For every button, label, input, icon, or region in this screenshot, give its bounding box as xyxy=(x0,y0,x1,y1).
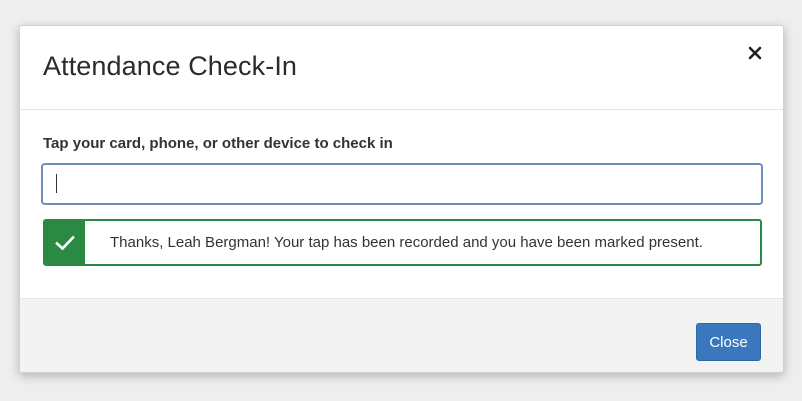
tap-input-label: Tap your card, phone, or other device to… xyxy=(43,135,393,152)
modal-title: Attendance Check-In xyxy=(43,51,298,81)
close-dialog-button[interactable] xyxy=(745,40,765,64)
success-alert: Thanks, Leah Bergman! Your tap has been … xyxy=(43,219,762,266)
text-caret xyxy=(56,174,57,193)
attendance-checkin-dialog: Attendance Check-In Tap your card, phone… xyxy=(19,25,784,373)
tap-input[interactable] xyxy=(41,163,763,205)
checkmark-icon xyxy=(55,235,75,250)
alert-message: Thanks, Leah Bergman! Your tap has been … xyxy=(110,234,703,251)
modal-footer: Close xyxy=(20,298,783,372)
close-icon xyxy=(748,46,762,60)
modal-header: Attendance Check-In xyxy=(20,26,783,110)
close-button[interactable]: Close xyxy=(696,323,761,361)
modal-body: Tap your card, phone, or other device to… xyxy=(20,110,783,298)
alert-icon-box xyxy=(45,221,85,264)
modal-backdrop: Attendance Check-In Tap your card, phone… xyxy=(0,0,802,401)
